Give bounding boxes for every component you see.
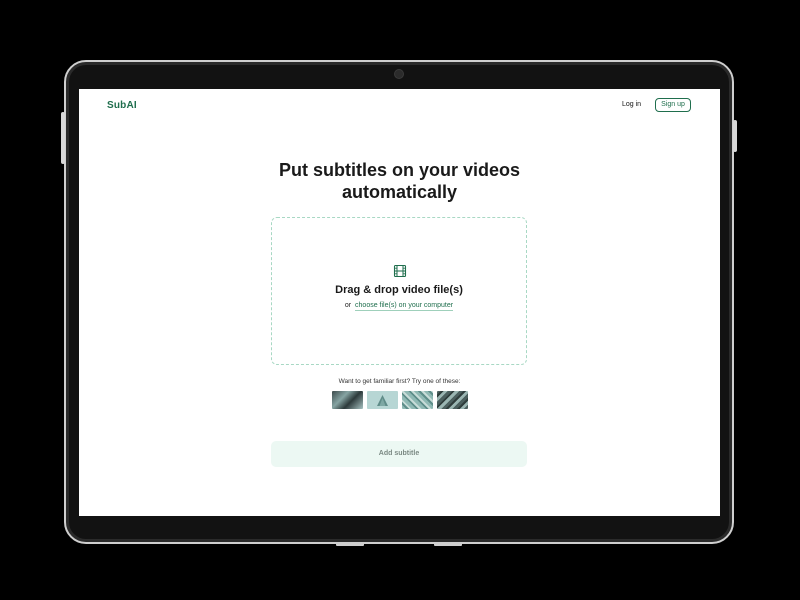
device-bottom-tab xyxy=(336,543,364,546)
add-subtitle-button[interactable]: Add subtitle xyxy=(271,441,527,467)
sample-video-thumbnail[interactable] xyxy=(437,391,468,409)
sample-video-thumbnail[interactable] xyxy=(332,391,363,409)
building-icon xyxy=(377,395,388,406)
or-text: or xyxy=(344,302,352,309)
device-bottom-tab xyxy=(434,543,462,546)
page-title: Put subtitles on your videos automatical… xyxy=(79,159,720,203)
app-logo[interactable]: SubAI xyxy=(107,100,137,111)
film-icon xyxy=(393,264,407,278)
side-button xyxy=(61,112,65,164)
camera-icon xyxy=(395,70,403,78)
samples-prompt: Want to get familiar first? Try one of t… xyxy=(338,378,461,385)
upload-dropzone[interactable]: Drag & drop video file(s) or choose file… xyxy=(271,217,527,365)
page-title-line: Put subtitles on your videos xyxy=(278,160,521,180)
side-button xyxy=(733,120,737,152)
dropzone-title: Drag & drop video file(s) xyxy=(335,284,463,296)
login-link[interactable]: Log in xyxy=(622,101,641,108)
top-nav: SubAI Log in Sign up xyxy=(79,89,720,125)
sample-video-list xyxy=(332,391,472,409)
sample-video-thumbnail[interactable] xyxy=(402,391,433,409)
choose-file-link[interactable]: choose file(s) on your computer xyxy=(355,302,454,311)
page-title-line: automatically xyxy=(341,182,458,202)
app-screen: SubAI Log in Sign up Put subtitles on yo… xyxy=(79,89,720,516)
dropzone-subtext: or choose file(s) on your computer xyxy=(272,302,526,311)
sample-video-thumbnail[interactable] xyxy=(367,391,398,409)
signup-button[interactable]: Sign up xyxy=(655,98,691,112)
